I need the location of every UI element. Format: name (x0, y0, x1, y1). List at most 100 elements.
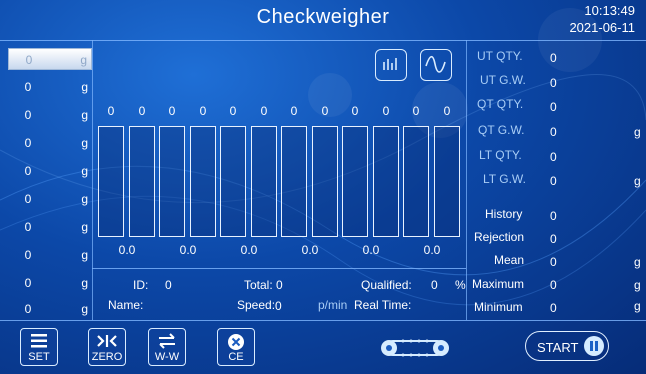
weight-bar (342, 126, 368, 237)
total-value: 0 (276, 278, 283, 292)
weight-bar (251, 126, 277, 237)
list-item[interactable]: 0g (8, 76, 92, 98)
weight-bar (403, 126, 429, 237)
list-item[interactable]: 0g (8, 244, 92, 266)
weight-bar (281, 126, 307, 237)
speed-unit: p/min (318, 298, 348, 312)
clock-time: 10:13:49 (584, 3, 635, 18)
qt-gw-label: QT G.W. (478, 123, 525, 137)
rejection-label: Rejection (474, 230, 525, 244)
qt-qty-value: 0 (550, 100, 557, 114)
total-label: Total: (244, 278, 273, 292)
info-divider (92, 268, 466, 269)
bar-scale-label: 0.0 (240, 243, 258, 257)
weight-bar (190, 126, 216, 237)
bar-value: 0 (412, 104, 420, 118)
zero-icon (97, 335, 117, 347)
start-button[interactable]: START (525, 331, 609, 361)
bar-chart-icon[interactable] (375, 49, 407, 81)
list-item[interactable]: 0g (8, 160, 92, 182)
ww-button[interactable]: W-W (148, 328, 186, 366)
start-button-label: START (537, 340, 579, 355)
minimum-label: Minimum (474, 300, 523, 314)
bar-value: 0 (443, 104, 451, 118)
weight-bar (220, 126, 246, 237)
bar-value: 0 (321, 104, 329, 118)
conveyor-icon (381, 339, 449, 357)
ut-gw-label: UT G.W. (480, 73, 526, 87)
id-label: ID: (133, 278, 149, 292)
set-button-label: SET (28, 351, 50, 363)
qt-gw-value: 0 (550, 125, 557, 139)
header-divider (0, 40, 646, 41)
history-label: History (485, 207, 523, 221)
bar-scale-label: 0.0 (423, 243, 441, 257)
list-item[interactable]: 0g (8, 104, 92, 126)
bar-value: 0 (382, 104, 390, 118)
clock: 10:13:49 2021-06-11 (520, 2, 635, 36)
bar-value: 0 (351, 104, 359, 118)
list-item[interactable]: 0g (8, 188, 92, 210)
set-button[interactable]: SET (20, 328, 58, 366)
qt-qty-label: QT QTY. (477, 97, 524, 111)
weight-bar (98, 126, 124, 237)
mean-value: 0 (550, 255, 557, 269)
mean-label: Mean (494, 253, 525, 267)
maximum-label: Maximum (472, 277, 525, 291)
realtime-label: Real Time: (354, 298, 412, 312)
ce-button-label: CE (228, 351, 244, 363)
history-value: 0 (550, 209, 557, 223)
list-item[interactable]: 0g (8, 272, 92, 294)
swap-icon (159, 333, 175, 349)
maximum-unit: g (634, 278, 641, 292)
bar-value: 0 (168, 104, 176, 118)
list-item[interactable]: 0g (8, 132, 92, 154)
qualified-unit: % (455, 278, 466, 292)
list-item[interactable]: 0g (8, 298, 92, 320)
bar-value: 0 (290, 104, 298, 118)
qt-gw-unit: g (634, 125, 641, 139)
speed-value: 0 (275, 299, 282, 313)
bar-value: 0 (260, 104, 268, 118)
bar-scale-label: 0.0 (179, 243, 197, 257)
list-item[interactable]: 0g (8, 216, 92, 238)
wave-chart-icon[interactable] (420, 49, 452, 81)
weight-bar (373, 126, 399, 237)
bar-scale-label: 0.0 (362, 243, 380, 257)
lt-gw-value: 0 (550, 174, 557, 188)
lt-qty-label: LT QTY. (479, 148, 522, 162)
mean-unit: g (634, 255, 641, 269)
weight-bar (159, 126, 185, 237)
ww-button-label: W-W (154, 351, 180, 363)
minimum-unit: g (634, 299, 641, 313)
close-circle-icon (228, 334, 244, 350)
ut-qty-value: 0 (550, 51, 557, 65)
speed-label: Speed: (237, 298, 276, 312)
minimum-value: 0 (550, 301, 557, 315)
left-divider (92, 40, 93, 320)
lt-gw-unit: g (634, 174, 641, 188)
zero-button-label: ZERO (91, 351, 123, 363)
pause-icon (584, 336, 604, 356)
id-value: 0 (165, 278, 172, 292)
weight-bar (312, 126, 338, 237)
weight-bar (434, 126, 460, 237)
list-item[interactable]: 0g (8, 48, 92, 70)
footer-divider (0, 320, 646, 321)
zero-button[interactable]: ZERO (88, 328, 126, 366)
weight-bar (129, 126, 155, 237)
ut-gw-value: 0 (550, 76, 557, 90)
qualified-value: 0 (431, 278, 438, 292)
clock-date: 2021-06-11 (569, 20, 635, 35)
maximum-value: 0 (550, 278, 557, 292)
bar-value: 0 (229, 104, 237, 118)
bar-scale-label: 0.0 (301, 243, 319, 257)
qualified-label: Qualified: (361, 278, 412, 292)
ut-qty-label: UT QTY. (477, 49, 523, 63)
bar-value: 0 (107, 104, 115, 118)
name-label: Name: (108, 298, 144, 312)
bar-value: 0 (138, 104, 146, 118)
bar-scale-label: 0.0 (118, 243, 136, 257)
ce-button[interactable]: CE (217, 328, 255, 366)
right-divider (466, 40, 467, 320)
